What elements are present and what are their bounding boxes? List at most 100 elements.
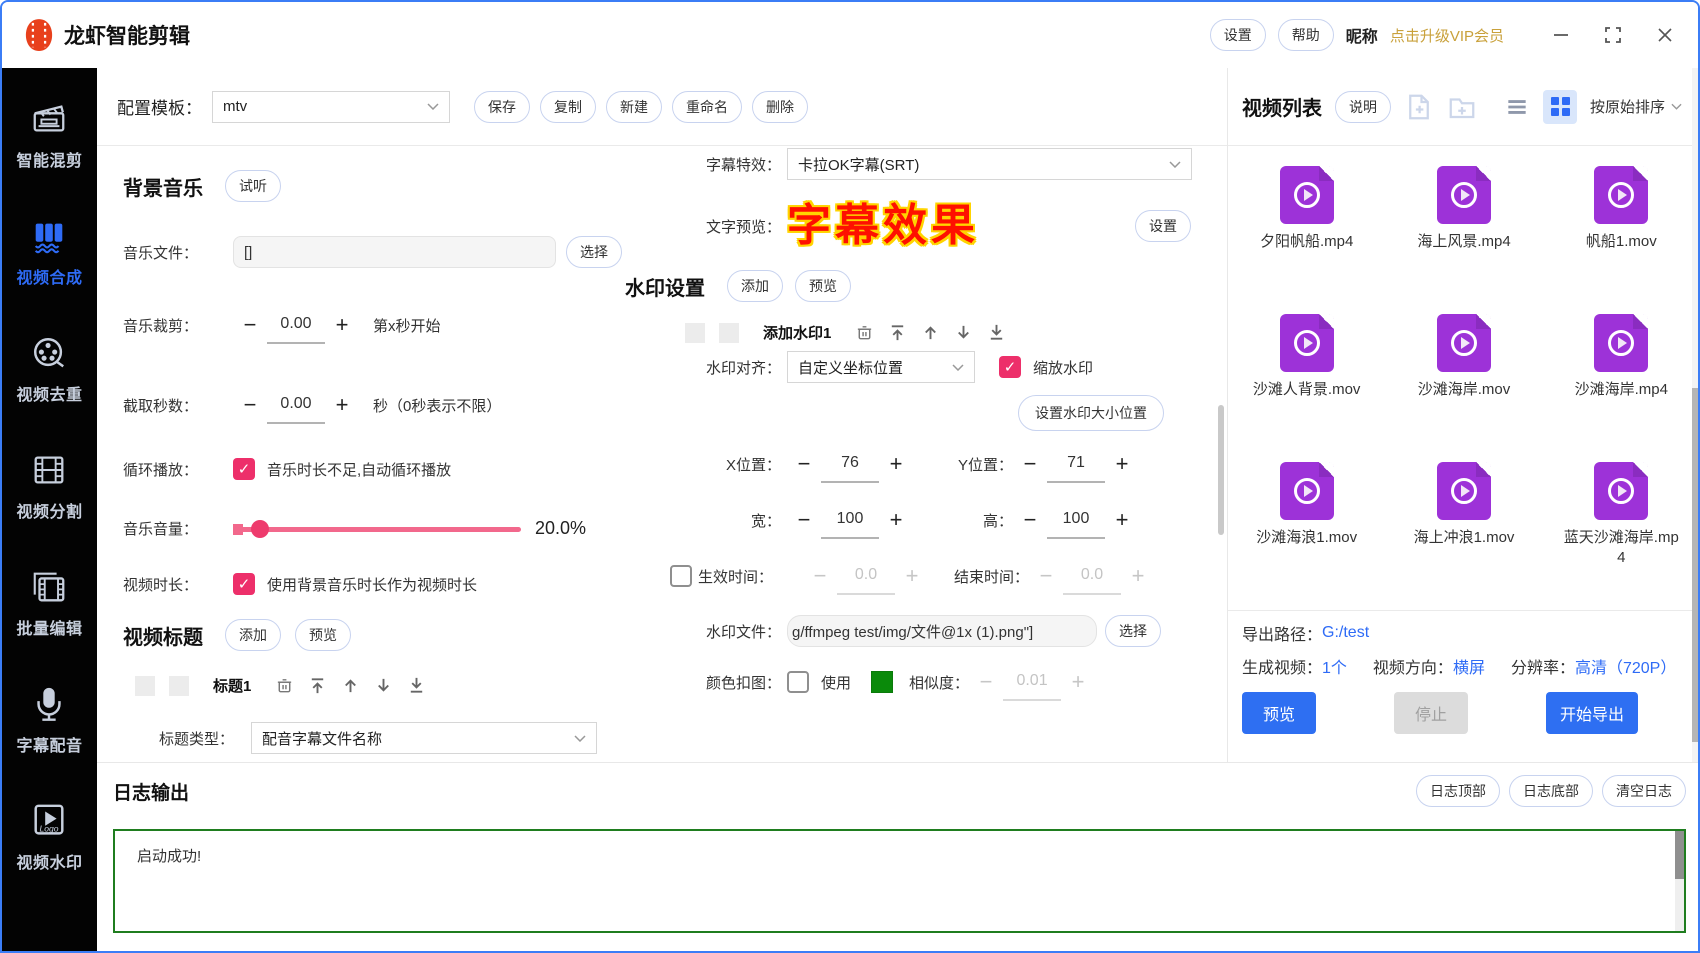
resolution-value[interactable]: 高清（720P） (1575, 654, 1676, 678)
main-scrollbar[interactable] (1218, 405, 1224, 535)
minimize-button[interactable] (1550, 24, 1572, 46)
video-item[interactable]: 海上风景.mp4 (1385, 166, 1542, 314)
plus-button[interactable] (879, 453, 913, 475)
maximize-button[interactable] (1602, 24, 1624, 46)
video-item[interactable]: 沙滩海岸.mov (1385, 314, 1542, 462)
end-time-value[interactable]: 0.0 (1063, 566, 1121, 595)
move-down-icon[interactable] (374, 676, 393, 695)
add-file-icon[interactable] (1404, 92, 1434, 122)
log-top-button[interactable]: 日志顶部 (1416, 775, 1500, 807)
minus-button[interactable] (1013, 453, 1047, 475)
add-folder-icon[interactable] (1447, 92, 1477, 122)
minus-button[interactable] (787, 453, 821, 475)
sidebar-item-video-dedup[interactable]: 视频去重 (16, 334, 82, 405)
minus-button[interactable] (233, 394, 267, 416)
chroma-color-swatch[interactable] (871, 671, 894, 693)
drag-handle[interactable] (135, 675, 155, 696)
sidebar-item-batch-edit[interactable]: 批量编辑 (16, 568, 82, 639)
move-up-icon[interactable] (921, 323, 940, 342)
video-count-value[interactable]: 1个 (1322, 654, 1347, 678)
title-type-select[interactable]: 配音字幕文件名称 (251, 722, 597, 754)
plus-button[interactable] (895, 565, 929, 587)
start-export-button[interactable]: 开始导出 (1545, 692, 1638, 734)
watermark-align-select[interactable]: 自定义坐标位置 (787, 351, 975, 383)
move-bottom-icon[interactable] (987, 323, 1006, 342)
sidebar-item-video-watermark[interactable]: Logo 视频水印 (16, 802, 82, 873)
video-item[interactable]: 帆船1.mov (1543, 166, 1698, 314)
subtitle-settings-button[interactable]: 设置 (1135, 210, 1191, 242)
delete-title-icon[interactable] (275, 676, 294, 695)
audition-button[interactable]: 试听 (225, 170, 281, 202)
drag-handle[interactable] (719, 322, 739, 343)
minus-button[interactable] (803, 565, 837, 587)
music-file-input[interactable]: [] (233, 236, 556, 268)
video-duration-checkbox[interactable] (233, 573, 255, 595)
log-scrollbar[interactable] (1675, 831, 1684, 931)
plus-button[interactable] (325, 394, 359, 416)
minus-button[interactable] (233, 314, 267, 336)
clear-log-button[interactable]: 清空日志 (1602, 775, 1686, 807)
copy-template-button[interactable]: 复制 (540, 90, 596, 123)
watermark-item-name[interactable]: 添加水印1 (763, 322, 831, 343)
music-trim-value[interactable]: 0.00 (267, 315, 325, 344)
sidebar-item-video-merge[interactable]: 视频合成 (16, 217, 82, 288)
plus-button[interactable] (325, 314, 359, 336)
watermark-x-value[interactable]: 76 (821, 454, 879, 483)
video-item[interactable]: 蓝天沙滩海岸.mp4 (1543, 462, 1698, 610)
video-item[interactable]: 沙滩海岸.mp4 (1543, 314, 1698, 462)
choose-watermark-button[interactable]: 选择 (1105, 615, 1161, 647)
log-scrollbar-thumb[interactable] (1675, 831, 1684, 879)
add-watermark-button[interactable]: 添加 (727, 270, 783, 302)
plus-button[interactable] (1105, 509, 1139, 531)
music-cut-value[interactable]: 0.00 (267, 395, 325, 424)
move-up-icon[interactable] (341, 676, 360, 695)
upgrade-vip-link[interactable]: 点击升级VIP会员 (1390, 25, 1504, 46)
move-top-icon[interactable] (308, 676, 327, 695)
scale-watermark-checkbox[interactable] (999, 356, 1021, 378)
move-down-icon[interactable] (954, 323, 973, 342)
watermark-y-value[interactable]: 71 (1047, 454, 1105, 483)
slider-handle[interactable] (251, 519, 269, 538)
video-list-info-button[interactable]: 说明 (1335, 90, 1391, 123)
help-button[interactable]: 帮助 (1277, 19, 1334, 51)
set-watermark-size-button[interactable]: 设置水印大小位置 (1018, 395, 1164, 431)
preview-title-button[interactable]: 预览 (295, 619, 351, 651)
plus-button[interactable] (1105, 453, 1139, 475)
title-item-name[interactable]: 标题1 (213, 675, 251, 696)
minus-button[interactable] (787, 509, 821, 531)
add-title-button[interactable]: 添加 (225, 619, 281, 651)
watermark-width-value[interactable]: 100 (821, 510, 879, 539)
music-volume-slider[interactable] (233, 519, 521, 538)
minus-button[interactable] (1029, 565, 1063, 587)
grid-view-icon[interactable] (1543, 89, 1577, 124)
panel-scrollbar-thumb[interactable] (1692, 388, 1698, 742)
close-button[interactable] (1654, 24, 1676, 46)
log-bottom-button[interactable]: 日志底部 (1509, 775, 1593, 807)
orientation-value[interactable]: 横屏 (1453, 654, 1485, 678)
subtitle-effect-select[interactable]: 卡拉OK字幕(SRT) (787, 148, 1192, 180)
move-bottom-icon[interactable] (407, 676, 426, 695)
video-item[interactable]: 夕阳帆船.mp4 (1228, 166, 1385, 314)
drag-handle[interactable] (169, 675, 189, 696)
minus-button[interactable] (1013, 509, 1047, 531)
save-template-button[interactable]: 保存 (474, 90, 530, 123)
preview-watermark-button[interactable]: 预览 (795, 270, 851, 302)
chroma-key-checkbox[interactable] (787, 671, 809, 693)
watermark-file-input[interactable]: g/ffmpeg test/img/文件@1x (1).png"] (787, 615, 1097, 647)
settings-button[interactable]: 设置 (1209, 19, 1266, 51)
sidebar-item-subtitle-dub[interactable]: 字幕配音 (16, 685, 82, 756)
watermark-height-value[interactable]: 100 (1047, 510, 1105, 539)
preview-button[interactable]: 预览 (1242, 692, 1316, 734)
panel-scrollbar[interactable] (1692, 68, 1698, 762)
move-top-icon[interactable] (888, 323, 907, 342)
stop-button[interactable]: 停止 (1393, 692, 1468, 734)
drag-handle[interactable] (685, 322, 705, 343)
similarity-value[interactable]: 0.01 (1003, 672, 1062, 701)
effective-time-checkbox[interactable] (670, 565, 692, 587)
video-item[interactable]: 沙滩人背景.mov (1228, 314, 1385, 462)
nickname-label[interactable]: 昵称 (1346, 23, 1378, 47)
plus-button[interactable] (879, 509, 913, 531)
export-path-value[interactable]: G:/test (1322, 624, 1369, 642)
delete-watermark-icon[interactable] (855, 323, 874, 342)
sidebar-item-smart-mix[interactable]: 智能混剪 (16, 100, 82, 171)
